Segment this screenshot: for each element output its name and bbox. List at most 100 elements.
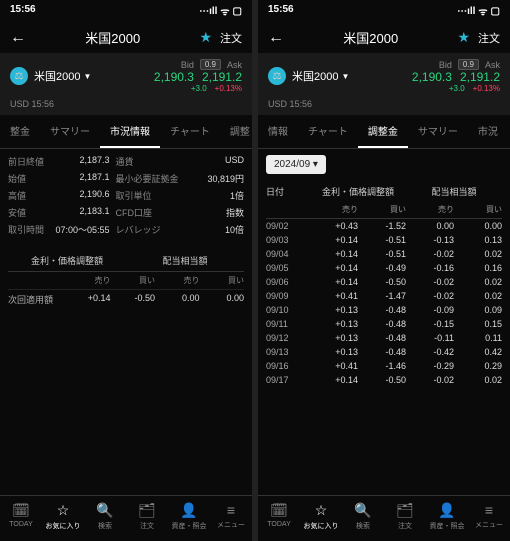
order-button[interactable]: 注文 xyxy=(478,30,500,46)
dropdown-icon[interactable]: ▼ xyxy=(341,72,349,81)
ask-label: Ask xyxy=(227,60,242,70)
table-row: 09/16+0.41-1.46-0.290.29 xyxy=(266,359,502,373)
spread-value: 0.9 xyxy=(458,59,479,70)
next-value: -0.50 xyxy=(111,293,156,306)
ask-price[interactable]: 2,191.2 xyxy=(460,70,500,84)
nav-資産・照会[interactable]: 👤資産・照会 xyxy=(168,502,210,531)
info-value: 07:00～05:55 xyxy=(50,223,109,236)
table-row: 09/04+0.14-0.51-0.020.02 xyxy=(266,247,502,261)
nav-メニュー[interactable]: ≡メニュー xyxy=(210,502,252,531)
ticker-panel: ⚖ 米国2000 ▼ Bid 0.9 Ask 2,190.3 2,191.2 +… xyxy=(0,53,252,99)
table-row: 09/03+0.14-0.51-0.130.13 xyxy=(266,233,502,247)
back-icon[interactable]: ← xyxy=(268,29,284,47)
tab-4[interactable]: 調整 xyxy=(220,115,252,148)
info-label: 通貨 xyxy=(116,155,179,168)
bid-price[interactable]: 2,190.3 xyxy=(154,70,194,84)
bid-price[interactable]: 2,190.3 xyxy=(412,70,452,84)
info-label: 始値 xyxy=(8,172,44,185)
tab-2[interactable]: 市況情報 xyxy=(100,115,160,148)
info-value: 指数 xyxy=(185,206,244,219)
info-value: 2,183.1 xyxy=(50,206,109,219)
ticker-panel: ⚖ 米国2000 ▼ Bid 0.9 Ask 2,190.3 2,191.2 +… xyxy=(258,53,510,99)
table-row: 09/06+0.14-0.50-0.020.02 xyxy=(266,275,502,289)
nav-お気に入り[interactable]: ☆お気に入り xyxy=(300,502,342,531)
favorite-icon[interactable]: ★ xyxy=(457,29,470,46)
info-value: 2,187.1 xyxy=(50,172,109,185)
instrument-name[interactable]: 米国2000 xyxy=(292,68,338,84)
info-label: 取引時間 xyxy=(8,223,44,236)
table-row: 09/02+0.43-1.520.000.00 xyxy=(266,219,502,233)
next-value: 0.00 xyxy=(155,293,200,306)
info-label: 高値 xyxy=(8,189,44,202)
tab-2[interactable]: 調整金 xyxy=(358,115,408,148)
info-label: CFD口座 xyxy=(116,206,179,219)
tab-0[interactable]: 整金 xyxy=(0,115,40,148)
month-selector[interactable]: 2024/09 ▾ xyxy=(266,155,326,174)
ticker-subinfo: USD 15:56 xyxy=(0,99,252,115)
tab-4[interactable]: 市況 xyxy=(468,115,508,148)
info-value: 1倍 xyxy=(185,189,244,202)
nav-お気に入り[interactable]: ☆お気に入り xyxy=(42,502,84,531)
change-pct: +0.13% xyxy=(473,84,500,93)
tab-3[interactable]: サマリー xyxy=(408,115,468,148)
page-title: 米国2000 xyxy=(34,28,191,47)
info-value: 2,190.6 xyxy=(50,189,109,202)
change-abs: +3.0 xyxy=(191,84,207,93)
section-dividend: 配当相当額 xyxy=(406,185,502,198)
status-time: 15:56 xyxy=(268,4,294,18)
next-label: 次回適用額 xyxy=(8,293,66,306)
bid-label: Bid xyxy=(439,60,452,70)
spread-value: 0.9 xyxy=(200,59,221,70)
nav-資産・照会[interactable]: 👤資産・照会 xyxy=(426,502,468,531)
table-row: 09/12+0.13-0.48-0.110.11 xyxy=(266,331,502,345)
tab-1[interactable]: チャート xyxy=(298,115,358,148)
ask-label: Ask xyxy=(485,60,500,70)
table-row: 09/17+0.14-0.50-0.020.02 xyxy=(266,373,502,387)
info-value: 10倍 xyxy=(185,223,244,236)
nav-TODAY[interactable]: 🗓TODAY xyxy=(258,502,300,531)
section-dividend: 配当相当額 xyxy=(126,254,244,267)
info-value: 2,187.3 xyxy=(50,155,109,168)
nav-検索[interactable]: 🔍検索 xyxy=(342,502,384,531)
favorite-icon[interactable]: ★ xyxy=(199,29,212,46)
table-row: 09/11+0.13-0.48-0.150.15 xyxy=(266,317,502,331)
table-row: 09/05+0.14-0.49-0.160.16 xyxy=(266,261,502,275)
ticker-subinfo: USD 15:56 xyxy=(258,99,510,115)
bid-label: Bid xyxy=(181,60,194,70)
instrument-icon: ⚖ xyxy=(10,67,28,85)
info-value: 30,819円 xyxy=(185,172,244,185)
change-abs: +3.0 xyxy=(449,84,465,93)
nav-検索[interactable]: 🔍検索 xyxy=(84,502,126,531)
dropdown-icon[interactable]: ▼ xyxy=(83,72,91,81)
info-label: 安値 xyxy=(8,206,44,219)
change-pct: +0.13% xyxy=(215,84,242,93)
order-button[interactable]: 注文 xyxy=(220,30,242,46)
section-interest: 金利・価格調整額 xyxy=(8,254,126,267)
tab-1[interactable]: サマリー xyxy=(40,115,100,148)
section-interest: 金利・価格調整額 xyxy=(310,185,406,198)
info-label: 取引単位 xyxy=(116,189,179,202)
info-label: 最小必要証拠金 xyxy=(116,172,179,185)
instrument-icon: ⚖ xyxy=(268,67,286,85)
tab-3[interactable]: チャート xyxy=(160,115,220,148)
table-row: 09/13+0.13-0.48-0.420.42 xyxy=(266,345,502,359)
next-value: 0.00 xyxy=(200,293,245,306)
nav-注文[interactable]: 🗂注文 xyxy=(384,502,426,531)
instrument-name[interactable]: 米国2000 xyxy=(34,68,80,84)
info-label: 前日終値 xyxy=(8,155,44,168)
back-icon[interactable]: ← xyxy=(10,29,26,47)
status-time: 15:56 xyxy=(10,4,36,18)
nav-注文[interactable]: 🗂注文 xyxy=(126,502,168,531)
tab-0[interactable]: 情報 xyxy=(258,115,298,148)
status-icons: ⋯ıllᯤ▢ xyxy=(199,4,242,18)
next-value: +0.14 xyxy=(66,293,111,306)
info-value: USD xyxy=(185,155,244,168)
col-date: 日付 xyxy=(266,185,310,198)
nav-メニュー[interactable]: ≡メニュー xyxy=(468,502,510,531)
info-label: レバレッジ xyxy=(116,223,179,236)
table-row: 09/10+0.13-0.48-0.090.09 xyxy=(266,303,502,317)
status-icons: ⋯ıllᯤ▢ xyxy=(457,4,500,18)
page-title: 米国2000 xyxy=(292,28,449,47)
ask-price[interactable]: 2,191.2 xyxy=(202,70,242,84)
nav-TODAY[interactable]: 🗓TODAY xyxy=(0,502,42,531)
